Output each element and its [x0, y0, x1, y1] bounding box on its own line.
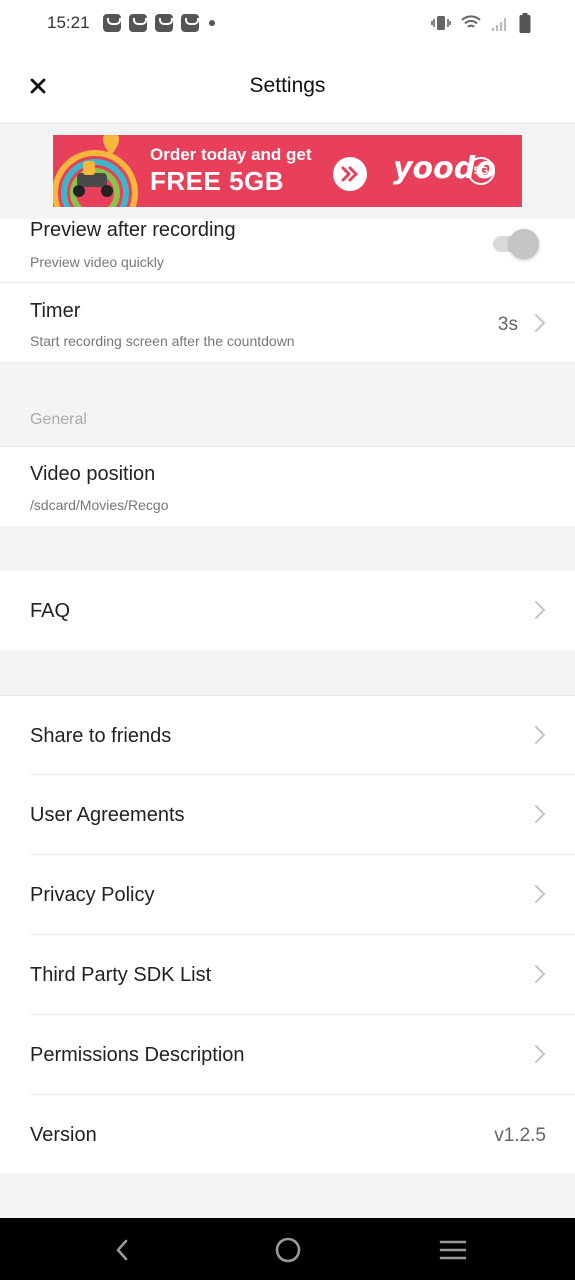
ad-area: Order today and get FREE 5GB yoodo 5G: [0, 125, 575, 219]
chevron-right-icon: [534, 313, 546, 333]
divider: [0, 362, 575, 363]
status-bar: 15:21: [0, 0, 575, 48]
ad-5g-badge: 5G: [467, 157, 495, 185]
top-bar: Settings: [0, 48, 575, 124]
navigation-bar: [0, 1218, 575, 1280]
share-to-friends-title: Share to friends: [30, 725, 172, 747]
user-agreements-row[interactable]: User Agreements: [0, 775, 575, 855]
chevron-right-icon: [534, 600, 546, 620]
faq-title: FAQ: [30, 600, 71, 622]
system-icons: [431, 13, 531, 33]
page-title: Settings: [249, 74, 326, 97]
chevron-right-icon: [534, 1044, 546, 1064]
timer-row[interactable]: Timer Start recording screen after the c…: [0, 283, 575, 363]
preview-subtitle: Preview video quickly: [30, 254, 164, 270]
version-value: v1.2.5: [494, 1125, 546, 1146]
privacy-policy-title: Privacy Policy: [30, 884, 155, 906]
video-position-row[interactable]: Video position /sdcard/Movies/Recgo: [0, 446, 575, 526]
notification-icons: [103, 14, 215, 32]
scooter-graphic: [53, 135, 138, 207]
ad-banner[interactable]: Order today and get FREE 5GB yoodo 5G: [53, 135, 522, 207]
third-party-sdk-list-title: Third Party SDK List: [30, 964, 212, 986]
home-button[interactable]: [272, 1234, 304, 1266]
permissions-description-title: Permissions Description: [30, 1044, 245, 1066]
faq-row[interactable]: FAQ: [0, 571, 575, 650]
chevron-right-icon: [534, 725, 546, 745]
back-button[interactable]: [106, 1234, 138, 1266]
share-to-friends-row[interactable]: Share to friends: [0, 695, 575, 775]
home-icon: [275, 1237, 301, 1263]
shopping-bag-icon: [155, 14, 173, 32]
section-label-general: General: [30, 411, 87, 428]
shopping-bag-icon: [103, 14, 121, 32]
timer-title: Timer: [30, 300, 81, 322]
dot-icon: [209, 20, 215, 26]
ad-offer: FREE 5GB: [150, 166, 285, 196]
preview-after-recording-row[interactable]: Preview after recording Preview video qu…: [0, 219, 575, 283]
recents-button[interactable]: [437, 1234, 469, 1266]
third-party-sdk-list-row[interactable]: Third Party SDK List: [0, 935, 575, 1015]
chevron-right-icon: [534, 884, 546, 904]
timer-value: 3s: [497, 314, 518, 335]
shopping-bag-icon: [181, 14, 199, 32]
wifi-icon: [461, 15, 481, 28]
ad-headline: Order today and get: [150, 145, 312, 164]
recents-icon: [439, 1240, 467, 1260]
version-row: Version v1.2.5: [0, 1095, 575, 1173]
shopping-bag-icon: [129, 14, 147, 32]
toggle-thumb: [509, 229, 539, 259]
chevron-right-icon: [534, 804, 546, 824]
chevron-right-icon: [534, 964, 546, 984]
version-title: Version: [30, 1124, 97, 1146]
privacy-policy-row[interactable]: Privacy Policy: [0, 855, 575, 935]
preview-title: Preview after recording: [30, 219, 236, 241]
battery-icon: [519, 13, 531, 33]
back-icon: [116, 1239, 128, 1261]
vibrate-icon: [431, 16, 451, 30]
user-agreements-title: User Agreements: [30, 804, 185, 826]
video-position-path: /sdcard/Movies/Recgo: [30, 497, 169, 513]
preview-toggle[interactable]: [493, 229, 541, 259]
signal-icon: [491, 18, 507, 31]
double-chevron-icon: [333, 157, 367, 191]
timer-subtitle: Start recording screen after the countdo…: [30, 333, 295, 349]
permissions-description-row[interactable]: Permissions Description: [0, 1015, 575, 1095]
video-position-title: Video position: [30, 463, 156, 485]
status-time: 15:21: [47, 13, 90, 32]
